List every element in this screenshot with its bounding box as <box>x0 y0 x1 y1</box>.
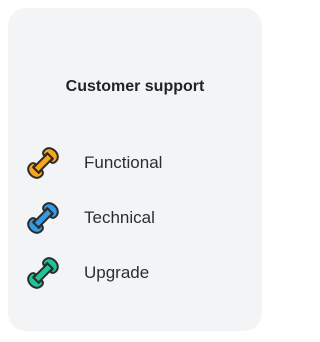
wrench-icon <box>24 144 62 182</box>
menu-item-technical[interactable]: Technical <box>24 199 162 237</box>
wrench-icon <box>24 254 62 292</box>
menu-item-label: Functional <box>84 153 163 172</box>
support-menu: Functional Technical Upgrade <box>24 144 162 309</box>
menu-item-functional[interactable]: Functional <box>24 144 162 182</box>
card-title: Customer support <box>65 78 205 95</box>
menu-item-label: Upgrade <box>84 263 150 282</box>
menu-item-upgrade[interactable]: Upgrade <box>24 254 162 292</box>
wrench-icon <box>24 199 62 237</box>
menu-item-label: Technical <box>84 208 155 227</box>
support-card: Customer support Functional Technical Up… <box>8 8 262 331</box>
